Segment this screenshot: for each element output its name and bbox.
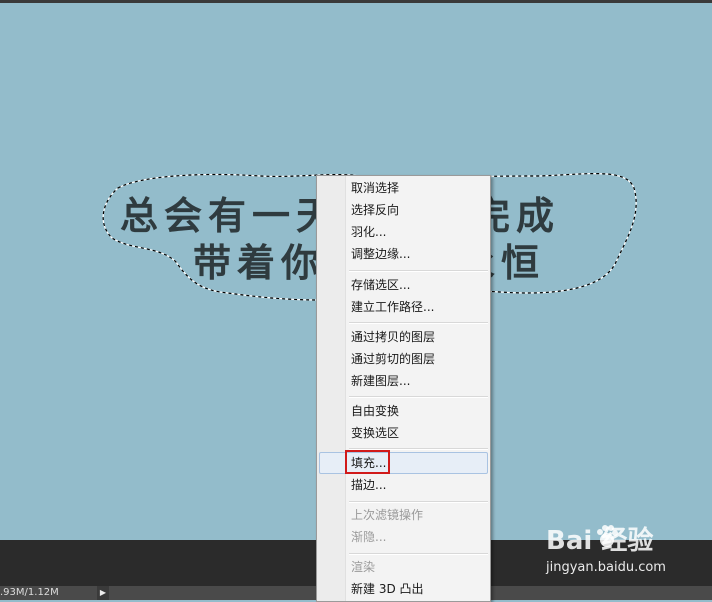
menu-item-new-3d-extrusion[interactable]: 新建 3D 凸出: [351, 579, 424, 599]
menu-item-layer-via-cut[interactable]: 通过剪切的图层: [351, 349, 435, 369]
menu-item-refine-edge[interactable]: 调整边缘...: [351, 244, 410, 264]
context-menu: 取消选择 选择反向 羽化... 调整边缘... 存储选区... 建立工作路径..…: [316, 175, 491, 602]
baidu-url: jingyan.baidu.com: [546, 560, 666, 575]
menu-item-feather[interactable]: 羽化...: [351, 222, 386, 242]
menu-separator: [349, 501, 488, 503]
highlight-box: [345, 450, 390, 474]
menu-item-layer-via-copy[interactable]: 通过拷贝的图层: [351, 327, 435, 347]
menu-item-stroke[interactable]: 描边...: [351, 475, 386, 495]
menu-item-render[interactable]: 渲染: [351, 557, 375, 577]
menu-item-transform-selection[interactable]: 变换选区: [351, 423, 399, 443]
baidu-watermark: Bai 经验 jingyan.baidu.com: [532, 520, 712, 580]
menu-item-last-filter[interactable]: 上次滤镜操作: [351, 505, 423, 525]
menu-item-deselect[interactable]: 取消选择: [351, 178, 399, 198]
menu-item-fade[interactable]: 渐隐...: [351, 527, 386, 547]
menu-separator: [349, 322, 488, 324]
menu-item-make-work-path[interactable]: 建立工作路径...: [351, 297, 434, 317]
menu-separator: [349, 396, 488, 398]
menu-item-new-layer[interactable]: 新建图层...: [351, 371, 410, 391]
menu-item-free-transform[interactable]: 自由变换: [351, 401, 399, 421]
status-menu-arrow[interactable]: ▶: [97, 586, 109, 600]
menu-separator: [349, 270, 488, 272]
menu-icon-strip: [317, 176, 346, 601]
paw-icon: [597, 525, 618, 547]
menu-item-select-inverse[interactable]: 选择反向: [351, 200, 399, 220]
menu-item-save-selection[interactable]: 存储选区...: [351, 275, 410, 295]
document-size: .93M/1.12M: [0, 587, 59, 598]
menu-separator: [349, 553, 488, 555]
